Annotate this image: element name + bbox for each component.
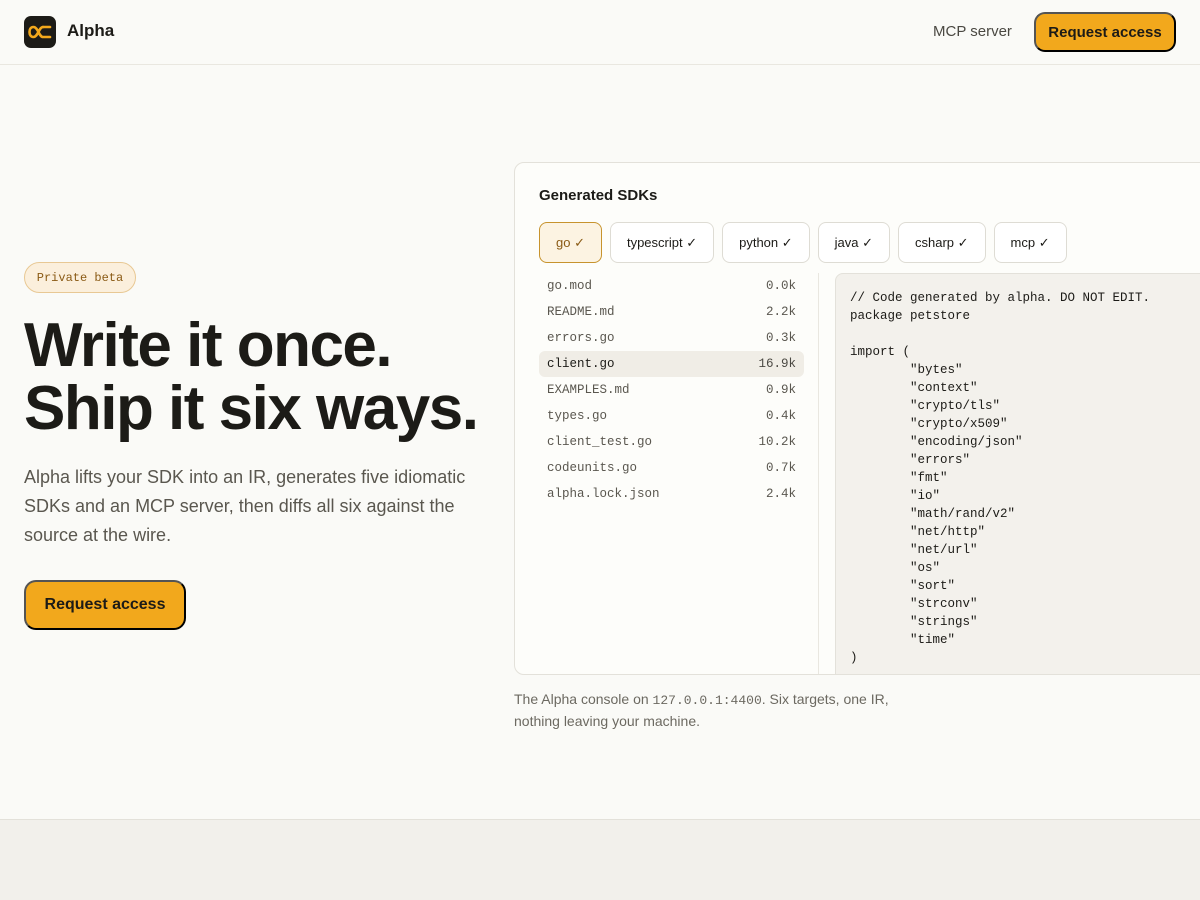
tab-python[interactable]: python ✓ <box>722 222 810 263</box>
file-size: 0.0k <box>765 279 796 293</box>
hero-request-access-button[interactable]: Request access <box>24 580 186 630</box>
footer-band <box>0 819 1200 900</box>
file-size: 0.7k <box>765 461 796 475</box>
file-size: 16.9k <box>758 357 796 371</box>
file-name: errors.go <box>547 331 615 345</box>
file-item[interactable]: go.mod 0.0k <box>539 273 804 299</box>
caption-address: 127.0.0.1:4400 <box>652 693 762 708</box>
tab-mcp[interactable]: mcp ✓ <box>993 222 1067 263</box>
file-item[interactable]: codeunits.go 0.7k <box>539 455 804 481</box>
hero-headline: Write it once. Ship it six ways. <box>24 314 504 440</box>
caption-prefix: The Alpha console on <box>514 691 653 707</box>
file-name: client_test.go <box>547 435 653 449</box>
file-item[interactable]: types.go 0.4k <box>539 403 804 429</box>
file-item[interactable]: client_test.go 10.2k <box>539 429 804 455</box>
brand-name[interactable]: Alpha <box>67 21 114 41</box>
file-name: EXAMPLES.md <box>547 383 630 397</box>
file-list: go.mod 0.0k README.md 2.2k errors.go 0.3k c… <box>539 273 804 507</box>
file-item[interactable]: client.go 16.9k <box>539 351 804 377</box>
headline-line-2: Ship it six ways. <box>24 374 479 443</box>
file-name: client.go <box>547 357 615 371</box>
tab-typescript[interactable]: typescript ✓ <box>609 222 715 263</box>
file-size: 2.2k <box>765 305 796 319</box>
file-size: 2.4k <box>765 487 796 501</box>
file-name: types.go <box>547 409 608 423</box>
tab-csharp[interactable]: csharp ✓ <box>898 222 986 263</box>
private-beta-badge: Private beta <box>24 262 136 293</box>
tab-go[interactable]: go ✓ <box>539 222 602 263</box>
hero-description: Alpha lifts your SDK into an IR, generat… <box>24 467 466 545</box>
alpha-logo-icon[interactable] <box>24 16 56 48</box>
console-preview-card: Generated SDKs go ✓ typescript ✓ python … <box>514 162 1200 675</box>
header-request-access-button[interactable]: Request access <box>1034 12 1176 52</box>
sdk-tabs: go ✓ typescript ✓ python ✓ java ✓ csharp… <box>539 222 1067 263</box>
file-item[interactable]: EXAMPLES.md 0.9k <box>539 377 804 403</box>
pane-divider <box>818 273 819 674</box>
top-header: Alpha MCP server Request access <box>0 0 1200 65</box>
file-item[interactable]: alpha.lock.json 2.4k <box>539 481 804 507</box>
card-title: Generated SDKs <box>539 187 658 204</box>
file-name: alpha.lock.json <box>547 487 660 501</box>
file-size: 0.3k <box>765 331 796 345</box>
file-item[interactable]: README.md 2.2k <box>539 299 804 325</box>
file-name: codeunits.go <box>547 461 638 475</box>
headline-line-1: Write it once. <box>24 311 393 380</box>
file-name: README.md <box>547 305 615 319</box>
nav-link-mcp-server[interactable]: MCP server <box>933 23 1012 40</box>
tab-java[interactable]: java ✓ <box>817 222 891 263</box>
file-size: 0.9k <box>765 383 796 397</box>
code-viewer[interactable]: // Code generated by alpha. DO NOT EDIT.… <box>835 273 1200 674</box>
file-size: 10.2k <box>758 435 796 449</box>
file-item[interactable]: errors.go 0.3k <box>539 325 804 351</box>
file-size: 0.4k <box>765 409 796 423</box>
file-name: go.mod <box>547 279 593 293</box>
console-caption: The Alpha console on 127.0.0.1:4400. Six… <box>514 689 914 732</box>
